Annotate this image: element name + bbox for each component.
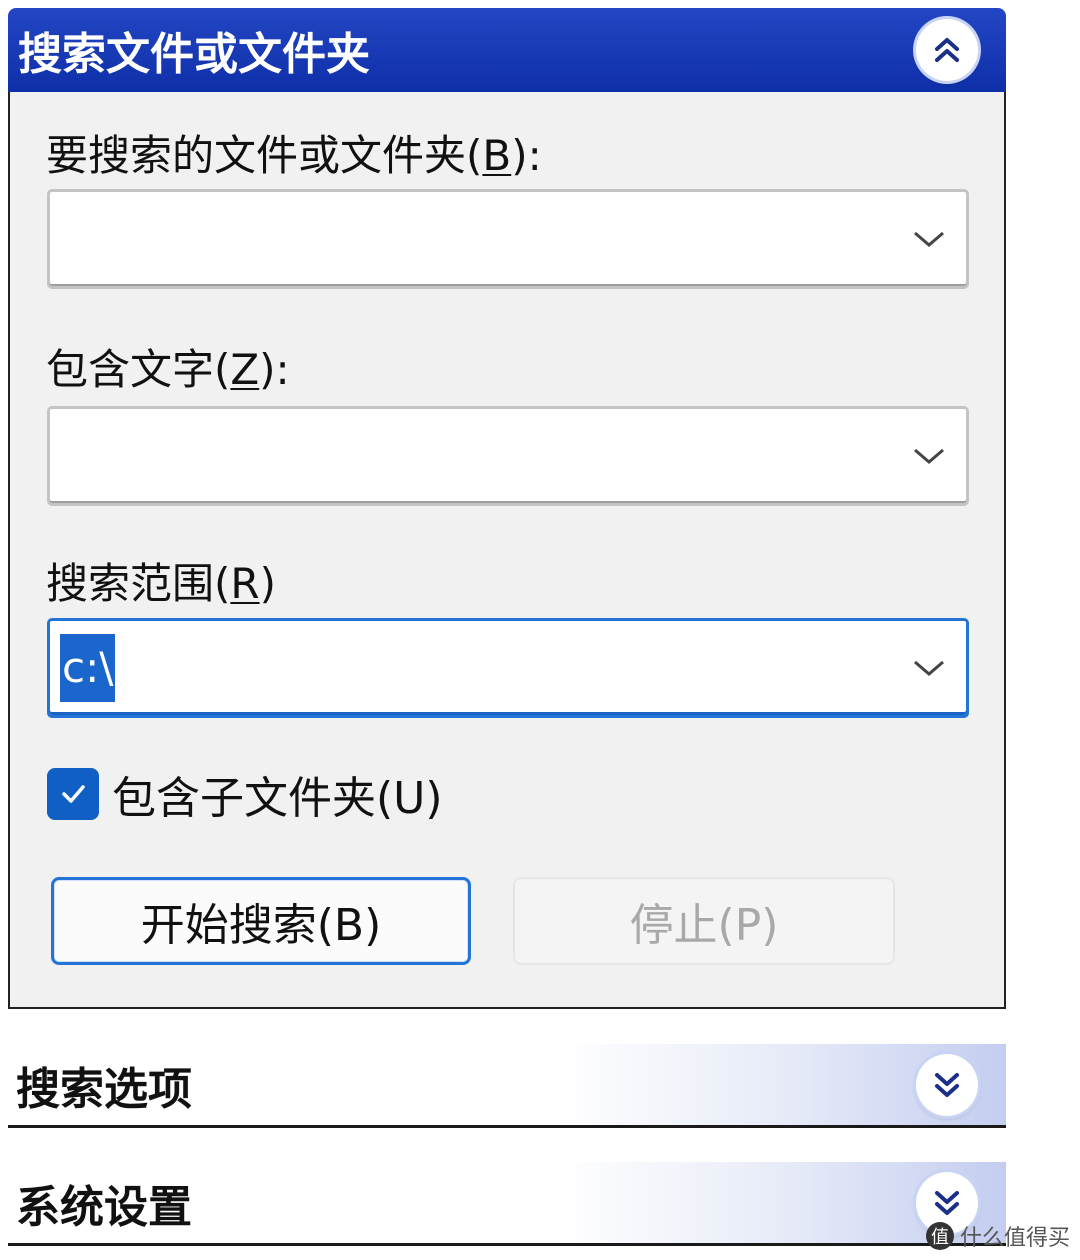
search-scope-value[interactable]: c:\ bbox=[60, 634, 116, 702]
checkmark-icon bbox=[62, 785, 85, 803]
contains-text-combobox[interactable] bbox=[47, 406, 969, 506]
watermark-text: 什么值得买 bbox=[959, 1226, 1070, 1251]
search-scope-combobox[interactable]: c:\ bbox=[47, 618, 969, 718]
collapse-button[interactable] bbox=[916, 19, 978, 81]
chevron-down-icon[interactable] bbox=[910, 440, 948, 472]
double-chevron-up-icon bbox=[935, 38, 959, 62]
expand-button[interactable] bbox=[916, 1053, 978, 1116]
start-search-button[interactable]: 开始搜索(B) bbox=[51, 877, 471, 965]
chevron-down-icon[interactable] bbox=[910, 223, 948, 255]
stop-button[interactable]: 停止(P) bbox=[513, 877, 895, 965]
file-name-label: 要搜索的文件或文件夹(B): bbox=[46, 131, 542, 180]
search-scope-label: 搜索范围(R) bbox=[46, 559, 276, 608]
include-subfolders-checkbox[interactable] bbox=[47, 768, 99, 820]
watermark-badge: 值 bbox=[925, 1222, 954, 1250]
chevron-down-icon[interactable] bbox=[910, 652, 948, 684]
contains-text-label: 包含文字(Z): bbox=[46, 345, 290, 394]
search-files-panel: 要搜索的文件或文件夹(B): 包含文字(Z): 搜索范围(R) c:\ 包含子文… bbox=[8, 92, 1006, 1009]
file-name-combobox[interactable] bbox=[47, 189, 969, 289]
include-subfolders-label[interactable]: 包含子文件夹(U) bbox=[112, 762, 443, 826]
search-files-header[interactable]: 搜索文件或文件夹 bbox=[8, 8, 1006, 92]
system-settings-title: 系统设置 bbox=[16, 1181, 192, 1233]
search-files-title: 搜索文件或文件夹 bbox=[18, 29, 370, 80]
double-chevron-down-icon bbox=[935, 1190, 959, 1215]
double-chevron-down-icon bbox=[935, 1072, 959, 1097]
search-options-header[interactable]: 搜索选项 bbox=[8, 1044, 1006, 1128]
search-options-title: 搜索选项 bbox=[16, 1063, 192, 1115]
system-settings-header[interactable]: 系统设置 bbox=[8, 1162, 1006, 1246]
watermark: 值 什么值得买 bbox=[925, 1220, 1070, 1252]
